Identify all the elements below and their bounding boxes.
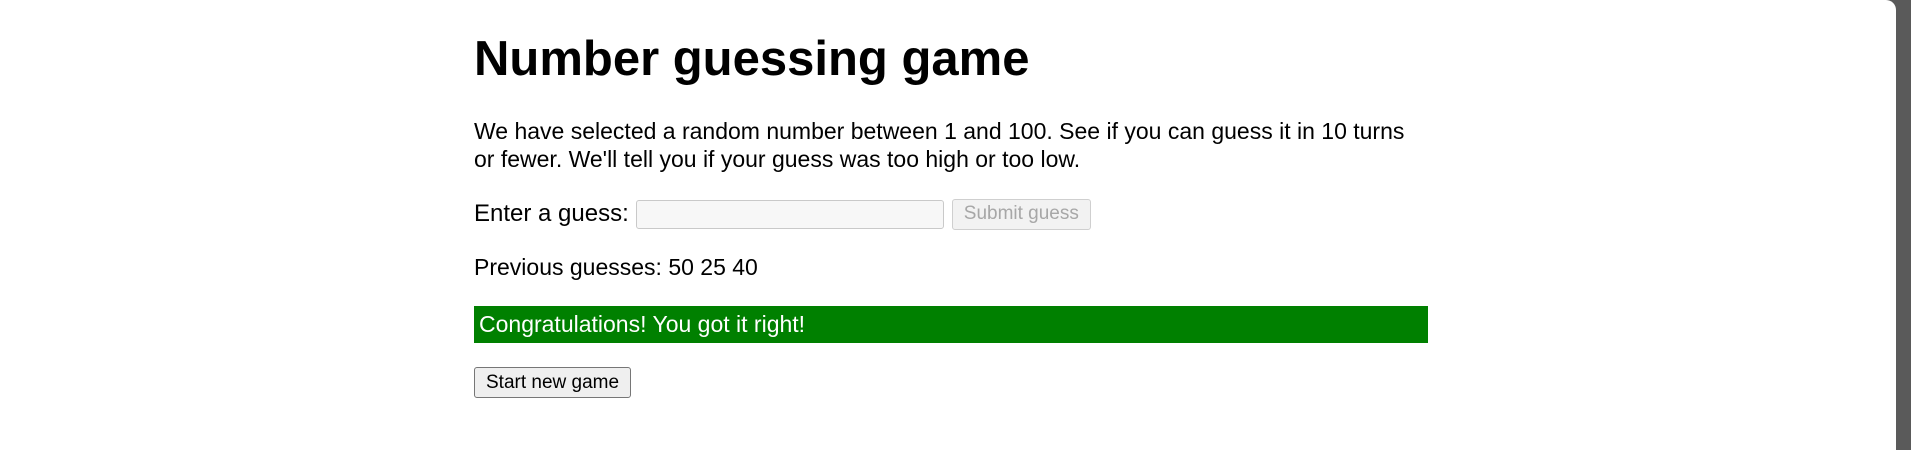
result-message: Congratulations! You got it right! bbox=[474, 306, 1428, 343]
intro-text: We have selected a random number between… bbox=[474, 118, 1405, 172]
guess-form: Enter a guess: Submit guess bbox=[474, 198, 1091, 230]
guess-field-label: Enter a guess: bbox=[474, 200, 629, 227]
browser-viewport: Number guessing game We have selected a … bbox=[0, 0, 1896, 450]
guess-input[interactable] bbox=[635, 199, 944, 229]
page-title: Number guessing game bbox=[474, 32, 1030, 86]
start-new-game-button[interactable]: Start new game bbox=[474, 367, 632, 398]
submit-guess-button[interactable]: Submit guess bbox=[951, 198, 1091, 230]
previous-guesses: Previous guesses: 50 25 40 bbox=[474, 254, 758, 280]
